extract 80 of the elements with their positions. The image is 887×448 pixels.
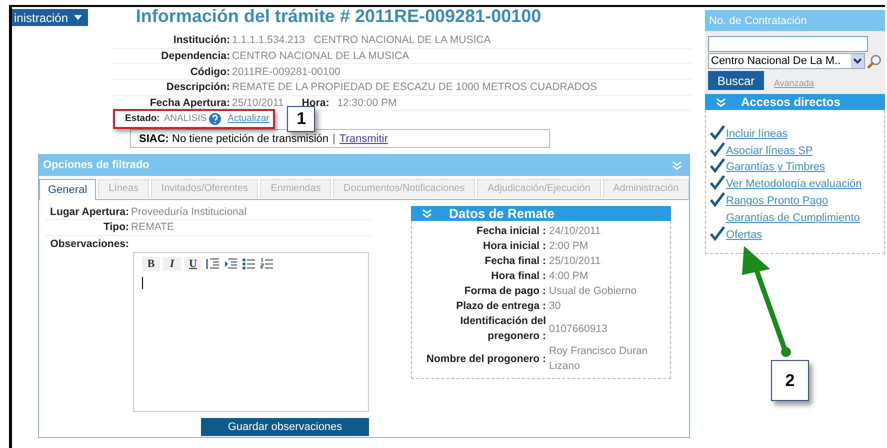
format-button[interactable]: I — [163, 256, 181, 270]
field-label: Tipo: — [102, 220, 129, 234]
field-label: Nombre del progonero : — [425, 352, 547, 367]
field-label: Código: — [189, 64, 230, 79]
tab[interactable]: Adjudicación/Ejecución — [477, 179, 601, 198]
separator: | — [332, 132, 336, 146]
field-label: Fecha final : — [484, 254, 547, 270]
field-label: Identificación del pregonero : — [459, 314, 547, 344]
field-label: Descripción: — [165, 80, 230, 94]
indent-icon[interactable] — [223, 257, 238, 270]
panel-title: No. de Contratación — [709, 14, 807, 26]
field-value: REMATE — [130, 220, 174, 234]
text-cursor — [142, 276, 143, 288]
contract-number-field[interactable] — [708, 36, 868, 52]
section-title: Datos de Remate — [449, 206, 554, 221]
field-label: Lugar Apertura: — [49, 204, 129, 219]
shortcut-link[interactable]: Garantías y Timbres — [726, 161, 826, 174]
field-value: 0107660913 — [548, 322, 608, 337]
field-value: REMATE DE LA PROPIEDAD DE ESCAZU DE 1000 METROS CUADRADOS — [231, 80, 598, 94]
page-title: Información del trámite # 2011RE-009281-00100 — [134, 9, 542, 23]
field-value: 25/10/2011 — [548, 254, 602, 270]
field-value: ANALISIS — [162, 112, 207, 126]
outdent-icon[interactable] — [205, 257, 220, 270]
search-icon[interactable] — [866, 54, 881, 68]
bullet-list-icon[interactable] — [241, 257, 256, 270]
search-button[interactable]: Buscar — [708, 71, 764, 90]
collapse-icon[interactable] — [421, 208, 433, 220]
transmit-link[interactable]: Transmitir — [339, 132, 388, 146]
collapse-icon[interactable] — [715, 96, 727, 108]
field-value: Roy Francisco Duran Lizano — [548, 344, 649, 374]
tab[interactable]: Enmiendas — [260, 179, 332, 198]
callout-label: 2 — [771, 360, 809, 401]
caret-icon — [74, 15, 82, 20]
shortcut-link[interactable]: Ver Metodología evaluación — [726, 178, 862, 190]
field-label: Dependencia: — [160, 49, 230, 64]
numbered-list-icon[interactable] — [259, 257, 274, 270]
panel-title: Opciones de filtrado — [43, 158, 150, 172]
siac-status: SIAC: No tiene petición de transmisión — [139, 132, 329, 146]
shortcut-link[interactable]: Asociar líneas SP — [726, 144, 813, 157]
field-value: Usual de Gobierno — [548, 284, 638, 300]
advanced-link[interactable]: Avanzada — [774, 78, 814, 88]
tab[interactable]: Líneas — [98, 179, 149, 198]
field-value: Proveeduría Institucional — [130, 204, 247, 219]
help-icon[interactable] — [208, 113, 221, 126]
field-value: 12:30:00 PM — [336, 96, 397, 110]
save-button[interactable]: Guardar observaciones — [201, 418, 369, 436]
field-label: Fecha inicial : — [476, 224, 547, 240]
field-value: 4:00 PM — [548, 269, 590, 284]
tab[interactable]: Invitados/Oferentes — [150, 179, 258, 198]
section-title: Accesos directos — [741, 95, 840, 109]
callout-label: 1 — [287, 106, 316, 132]
tab[interactable]: Documentos/Notificaciones — [333, 179, 476, 198]
chevron-down-icon — [853, 58, 862, 64]
shortcut-link[interactable]: Rangos Pronto Pago — [726, 194, 828, 207]
field-label: Fecha Apertura: — [148, 96, 230, 110]
field-label: Forma de pago : — [463, 284, 547, 300]
field-value: 24/10/2011 — [548, 224, 602, 240]
field-label: Hora inicial : — [482, 239, 547, 254]
field-label: Plazo de entrega : — [455, 299, 547, 314]
field-value: 1.1.1.1.534.213 CENTRO NACIONAL DE LA MUSICA — [231, 33, 491, 48]
field-value: 25/10/2011 — [231, 96, 284, 110]
tab[interactable]: General — [39, 179, 96, 200]
text-editor[interactable]: B I U — [133, 252, 369, 412]
field-value: 2011RE-009281-00100 — [231, 64, 340, 79]
field-label: Estado: — [125, 112, 160, 126]
field-value: 30 — [548, 299, 562, 314]
shortcut-link[interactable]: Incluir líneas — [726, 128, 788, 140]
format-button[interactable]: B — [142, 256, 160, 270]
shortcut-link[interactable]: Garantías de Cumplimiento — [726, 212, 860, 224]
field-label: Observaciones: — [49, 236, 129, 251]
field-value: 2:00 PM — [548, 239, 590, 254]
shortcut-link[interactable]: Ofertas — [726, 228, 762, 241]
field-value: CENTRO NACIONAL DE LA MUSICA — [231, 49, 409, 64]
format-button[interactable]: U — [184, 256, 202, 270]
field-label: Hora final : — [490, 269, 547, 284]
field-label: Institución: — [172, 33, 230, 48]
update-link[interactable]: Actualizar — [228, 112, 270, 126]
institution-dropdown[interactable]: Centro Nacional De La M.. — [708, 53, 866, 69]
tab[interactable]: Administración — [602, 179, 690, 198]
menu-button[interactable]: inistración — [12, 9, 88, 26]
